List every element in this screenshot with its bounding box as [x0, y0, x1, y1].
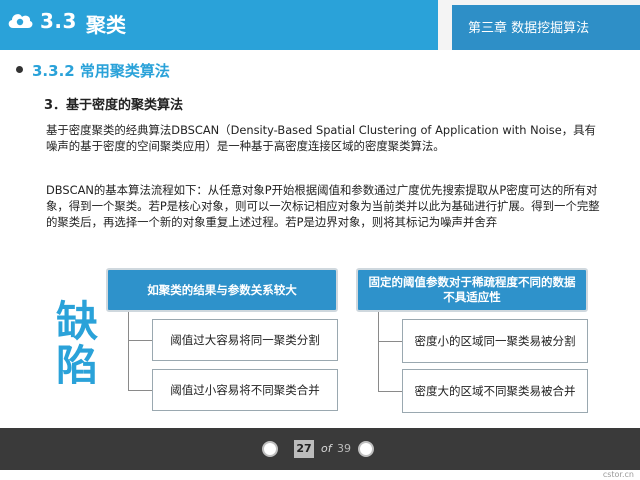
subsection-title: 3.3.2 常用聚类算法: [32, 62, 170, 80]
left-connector-vertical: [128, 312, 129, 390]
paragraph-intro: 基于密度聚类的经典算法DBSCAN（Density-Based Spatial …: [46, 123, 596, 153]
defect-label-char-1: 缺: [55, 297, 98, 346]
section-number: 3.3: [40, 9, 77, 33]
left-group-item: 阈值过小容易将不同聚类合并: [152, 369, 338, 411]
left-connector-branch-1: [128, 340, 152, 341]
slide-footer: 27 of 39: [0, 428, 640, 470]
right-group-item: 密度大的区域不同聚类易被合并: [402, 369, 588, 413]
right-connector-vertical: [378, 312, 379, 391]
previous-page-button[interactable]: [262, 441, 278, 457]
page-of-label: of: [321, 442, 332, 455]
right-group-item: 密度小的区域同一聚类易被分割: [402, 319, 588, 363]
cloud-icon: [8, 14, 33, 28]
current-page: 27: [294, 440, 314, 458]
defect-label-char-2: 陷: [55, 341, 98, 390]
watermark: cstor.cn: [602, 470, 634, 479]
right-connector-branch-1: [378, 341, 402, 342]
left-connector-branch-2: [128, 390, 152, 391]
slide-header: 3.3 聚类 第三章 数据挖掘算法: [0, 0, 640, 50]
next-page-button[interactable]: [358, 441, 374, 457]
right-connector-branch-2: [378, 391, 402, 392]
item-title: 3．基于密度的聚类算法: [44, 98, 184, 113]
section-title: 聚类: [86, 13, 126, 37]
paragraph-algorithm: DBSCAN的基本算法流程如下：从任意对象P开始根据阈值和参数通过广度优先搜索提…: [46, 183, 600, 229]
bullet-icon: [16, 66, 23, 73]
chapter-label: 第三章 数据挖掘算法: [452, 5, 640, 50]
left-group-heading: 如聚类的结果与参数关系较大: [106, 268, 338, 312]
right-group-heading: 固定的阈值参数对于稀疏程度不同的数据不具适应性: [356, 268, 588, 312]
total-pages: 39: [337, 442, 351, 455]
left-group-item: 阈值过大容易将同一聚类分割: [152, 319, 338, 361]
